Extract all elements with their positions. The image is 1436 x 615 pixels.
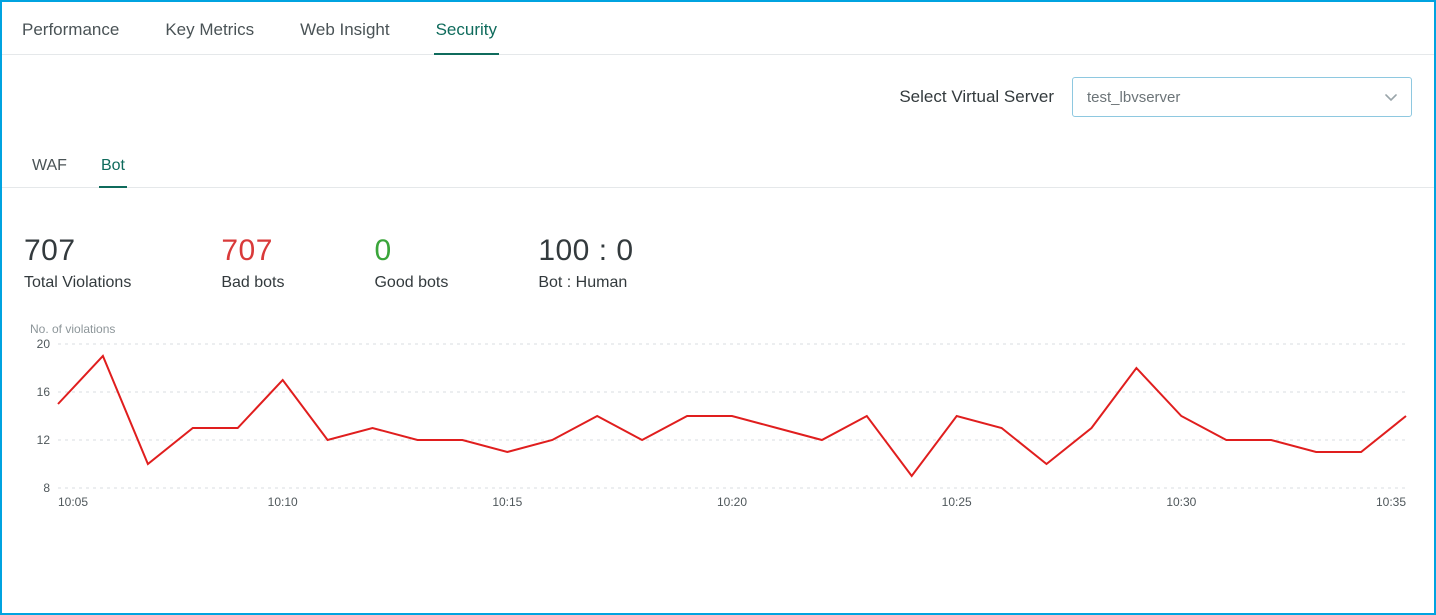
svg-text:20: 20 (37, 338, 51, 351)
violations-line-chart: 8 12 16 20 10:05 10:10 10:15 10:20 10:25 10:30 10:… (26, 338, 1414, 518)
stat-bot-human: 100 : 0 Bot : Human (538, 234, 633, 292)
chevron-down-icon (1385, 89, 1397, 106)
stat-total-violations: 707 Total Violations (24, 234, 131, 292)
sub-tab-bot[interactable]: Bot (99, 153, 127, 187)
svg-text:10:05: 10:05 (58, 495, 88, 509)
server-selector[interactable]: test_lbvserver (1072, 77, 1412, 117)
svg-text:12: 12 (37, 433, 51, 447)
svg-text:10:20: 10:20 (717, 495, 747, 509)
stats-row: 707 Total Violations 707 Bad bots 0 Good… (2, 188, 1434, 302)
svg-text:10:30: 10:30 (1166, 495, 1196, 509)
stat-good-bots: 0 Good bots (374, 234, 448, 292)
server-selector-label: Select Virtual Server (899, 87, 1054, 107)
stat-bad-bots: 707 Bad bots (221, 234, 284, 292)
stat-good-bots-label: Good bots (374, 274, 448, 292)
svg-text:10:35: 10:35 (1376, 495, 1406, 509)
violations-chart: No. of violations 8 12 16 20 10:05 10:10 10:15… (26, 322, 1410, 518)
stat-total-violations-label: Total Violations (24, 274, 131, 292)
tab-performance[interactable]: Performance (20, 14, 121, 54)
svg-text:10:25: 10:25 (942, 495, 972, 509)
svg-text:10:10: 10:10 (268, 495, 298, 509)
stat-bad-bots-label: Bad bots (221, 274, 284, 292)
tab-web-insight[interactable]: Web Insight (298, 14, 391, 54)
server-selector-row: Select Virtual Server test_lbvserver (2, 55, 1434, 125)
svg-text:10:15: 10:15 (492, 495, 522, 509)
svg-text:16: 16 (37, 385, 51, 399)
top-tabs: Performance Key Metrics Web Insight Secu… (2, 2, 1434, 55)
tab-security[interactable]: Security (434, 14, 499, 54)
chart-y-title: No. of violations (30, 322, 1410, 336)
svg-text:8: 8 (43, 481, 50, 495)
sub-tabs: WAF Bot (2, 125, 1434, 188)
stat-bad-bots-value: 707 (221, 234, 284, 268)
stat-bot-human-value: 100 : 0 (538, 234, 633, 268)
sub-tab-waf[interactable]: WAF (30, 153, 69, 187)
stat-total-violations-value: 707 (24, 234, 131, 268)
stat-bot-human-label: Bot : Human (538, 274, 633, 292)
server-selector-value: test_lbvserver (1087, 89, 1180, 106)
tab-key-metrics[interactable]: Key Metrics (163, 14, 256, 54)
stat-good-bots-value: 0 (374, 234, 448, 268)
